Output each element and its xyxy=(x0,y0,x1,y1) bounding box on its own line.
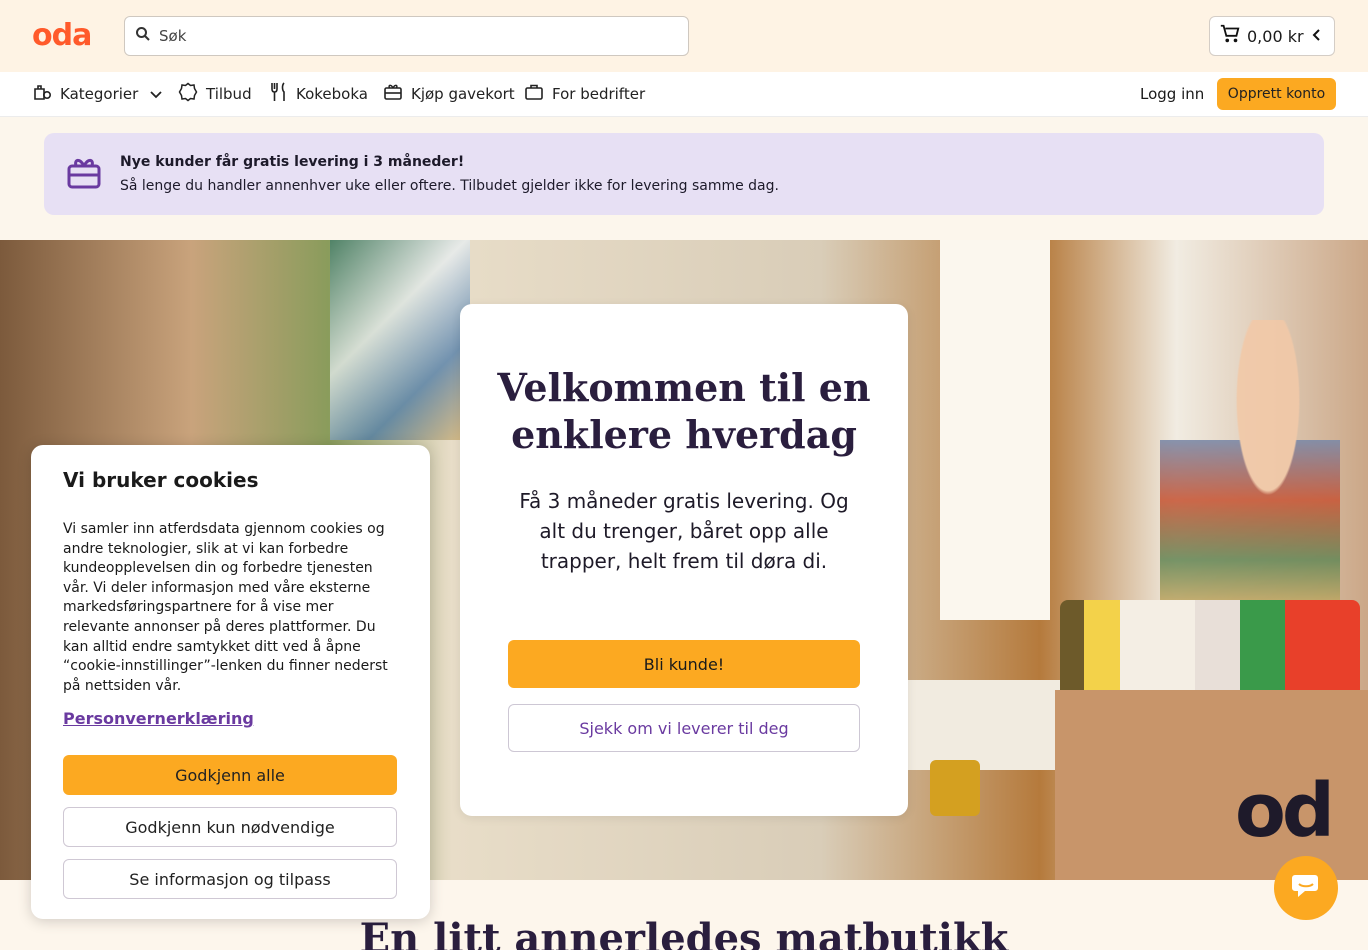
search-box[interactable] xyxy=(124,16,689,56)
nav-offers[interactable]: Tilbud xyxy=(178,72,252,116)
business-icon xyxy=(524,82,552,106)
cookbook-icon xyxy=(270,82,296,106)
cookie-dialog: Vi bruker cookies Vi samler inn atferdsd… xyxy=(31,445,430,919)
promo-section: Nye kunder får gratis levering i 3 måned… xyxy=(0,117,1368,240)
accept-all-button[interactable]: Godkjenn alle xyxy=(63,755,397,795)
hero-photo-plant xyxy=(930,760,980,816)
search-icon xyxy=(135,26,151,46)
nav-categories-label: Kategorier xyxy=(60,85,139,103)
nav-cookbook-label: Kokeboka xyxy=(296,85,368,103)
categories-icon xyxy=(32,82,60,106)
become-customer-button[interactable]: Bli kunde! xyxy=(508,640,860,688)
create-account-button[interactable]: Opprett konto xyxy=(1217,78,1336,110)
oda-logo[interactable]: oda xyxy=(32,21,92,51)
chat-button[interactable] xyxy=(1274,856,1338,920)
cart-icon xyxy=(1219,23,1241,49)
promo-title: Nye kunder får gratis levering i 3 måned… xyxy=(120,154,465,170)
nav-giftcard-label: Kjøp gavekort xyxy=(411,85,515,103)
customize-button[interactable]: Se informasjon og tilpass xyxy=(63,859,397,899)
cookie-body: Vi samler inn atferdsdata gjennom cookie… xyxy=(63,521,388,694)
cart-amount: 0,00 kr xyxy=(1247,26,1304,46)
check-delivery-button[interactable]: Sjekk om vi leverer til deg xyxy=(508,704,860,752)
main-nav: Kategorier Tilbud Kokeboka Kjøp gavekort… xyxy=(0,72,1368,117)
nav-categories[interactable]: Kategorier xyxy=(32,72,170,116)
box-logo: od xyxy=(1235,768,1335,854)
promo-banner: Nye kunder får gratis levering i 3 måned… xyxy=(44,133,1324,215)
cookie-title: Vi bruker cookies xyxy=(63,468,259,492)
chat-icon xyxy=(1291,873,1321,903)
offers-icon xyxy=(178,82,206,106)
hero-title-line1: Velkommen til en xyxy=(497,365,871,410)
promo-subtitle: Så lenge du handler annenhver uke eller … xyxy=(120,178,779,194)
chevron-down-icon xyxy=(150,85,170,103)
giftcard-icon xyxy=(383,82,411,106)
nav-business-label: For bedrifter xyxy=(552,85,646,103)
hero-card: Velkommen til en enklere hverdag Få 3 må… xyxy=(460,304,908,816)
chevron-left-icon xyxy=(1312,27,1322,46)
nav-offers-label: Tilbud xyxy=(206,85,252,103)
accept-necessary-button[interactable]: Godkjenn kun nødvendige xyxy=(63,807,397,847)
nav-business[interactable]: For bedrifter xyxy=(524,72,645,116)
nav-giftcard[interactable]: Kjøp gavekort xyxy=(383,72,515,116)
login-link[interactable]: Logg inn xyxy=(1140,72,1204,116)
nav-cookbook[interactable]: Kokeboka xyxy=(270,72,368,116)
section-heading: En litt annerledes matbutikk xyxy=(359,915,1009,950)
hero-photo-windowsill xyxy=(908,680,1078,770)
hero-text: Få 3 måneder gratis levering. Og alt du … xyxy=(519,489,849,573)
hero-photo-painting xyxy=(330,240,470,440)
hero-title: Velkommen til en enklere hverdag xyxy=(460,364,908,458)
cart-button[interactable]: 0,00 kr xyxy=(1209,16,1335,56)
search-input[interactable] xyxy=(159,27,639,45)
top-bar: oda 0,00 kr xyxy=(0,0,1368,72)
hero-photo-window xyxy=(940,240,1050,620)
gift-icon xyxy=(66,155,102,195)
hero-title-line2: enklere hverdag xyxy=(511,412,857,457)
privacy-link[interactable]: Personvernerklæring xyxy=(63,709,254,728)
